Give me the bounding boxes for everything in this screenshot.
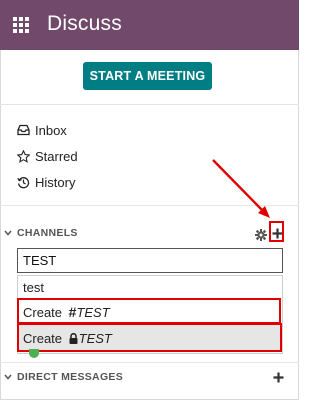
direct-messages-title: DIRECT MESSAGES — [17, 371, 124, 383]
divider — [0, 104, 299, 105]
top-bar: Discuss — [0, 0, 299, 50]
suggestion-existing-channel[interactable]: test — [23, 277, 44, 297]
sidebar-item-inbox[interactable]: Inbox — [17, 121, 67, 139]
annotation-box-create-private — [17, 323, 282, 352]
sidebar-item-label: History — [35, 174, 76, 190]
divider — [0, 362, 299, 363]
channels-title: CHANNELS — [17, 227, 78, 239]
sidebar-item-history[interactable]: History — [17, 173, 75, 191]
sidebar-item-label: Inbox — [35, 122, 67, 138]
suggestion-label: test — [23, 279, 44, 295]
direct-messages-section-header[interactable]: DIRECT MESSAGES — [4, 370, 123, 384]
divider — [0, 205, 299, 206]
add-direct-message-plus-icon[interactable] — [273, 372, 284, 385]
chevron-down-icon — [4, 374, 12, 380]
history-icon — [17, 176, 30, 189]
channel-search-input[interactable] — [17, 248, 283, 273]
annotation-box-add-channel — [269, 221, 284, 242]
apps-grid-icon[interactable] — [13, 17, 29, 33]
sidebar-item-label: Starred — [35, 148, 78, 164]
star-icon — [17, 149, 30, 163]
sidebar-item-starred[interactable]: Starred — [17, 147, 78, 165]
start-meeting-button[interactable]: START A MEETING — [83, 62, 212, 90]
channels-section-header[interactable]: CHANNELS — [4, 226, 78, 240]
gear-icon[interactable] — [255, 228, 267, 241]
inbox-icon — [17, 124, 30, 137]
chevron-down-icon — [4, 230, 12, 236]
app-title: Discuss — [47, 12, 122, 35]
annotation-box-create-public — [17, 298, 281, 324]
